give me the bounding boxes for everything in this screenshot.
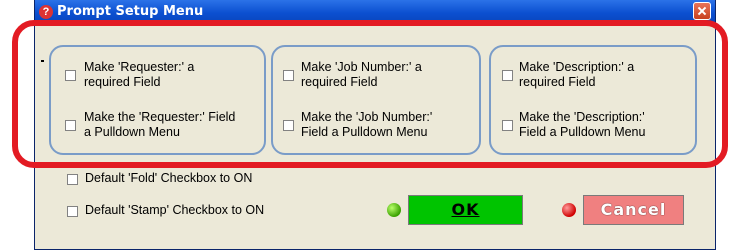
description-pulldown-label: Make the 'Description:' Field a Pulldown… [519, 110, 646, 139]
job-number-required-checkbox[interactable] [283, 70, 294, 81]
cancel-button-label: Cancel [600, 200, 667, 219]
requester-required-label: Make 'Requester:' a required Field [84, 60, 195, 89]
title-bar: ? Prompt Setup Menu [35, 0, 715, 22]
requester-required-checkbox[interactable] [65, 70, 76, 81]
description-group: Make 'Description:' a required Field Mak… [489, 45, 697, 155]
ok-indicator-icon [387, 203, 401, 217]
requester-group: Make 'Requester:' a required Field Make … [49, 45, 266, 155]
description-pulldown-checkbox[interactable] [502, 120, 513, 131]
cancel-indicator-icon [562, 203, 576, 217]
cancel-button[interactable]: Cancel [583, 195, 684, 225]
job-number-pulldown-checkbox[interactable] [283, 120, 294, 131]
description-required-label: Make 'Description:' a required Field [519, 60, 635, 89]
app-icon: ? [39, 5, 53, 19]
default-fold-label: Default 'Fold' Checkbox to ON [85, 171, 253, 185]
default-stamp-label: Default 'Stamp' Checkbox to ON [85, 203, 265, 217]
ok-button-label: OK [451, 200, 480, 219]
description-required-checkbox[interactable] [502, 70, 513, 81]
divider [41, 60, 44, 62]
ok-button[interactable]: OK [408, 195, 523, 225]
window-title: Prompt Setup Menu [57, 4, 204, 19]
job-number-group: Make 'Job Number:' a required Field Make… [271, 45, 481, 155]
default-fold-checkbox[interactable] [67, 174, 78, 185]
job-number-pulldown-label: Make the 'Job Number:' Field a Pulldown … [301, 110, 433, 139]
close-icon[interactable] [693, 2, 711, 20]
requester-pulldown-label: Make the 'Requester:' Field a Pulldown M… [84, 110, 236, 139]
default-stamp-checkbox[interactable] [67, 206, 78, 217]
job-number-required-label: Make 'Job Number:' a required Field [301, 60, 422, 89]
requester-pulldown-checkbox[interactable] [65, 120, 76, 131]
